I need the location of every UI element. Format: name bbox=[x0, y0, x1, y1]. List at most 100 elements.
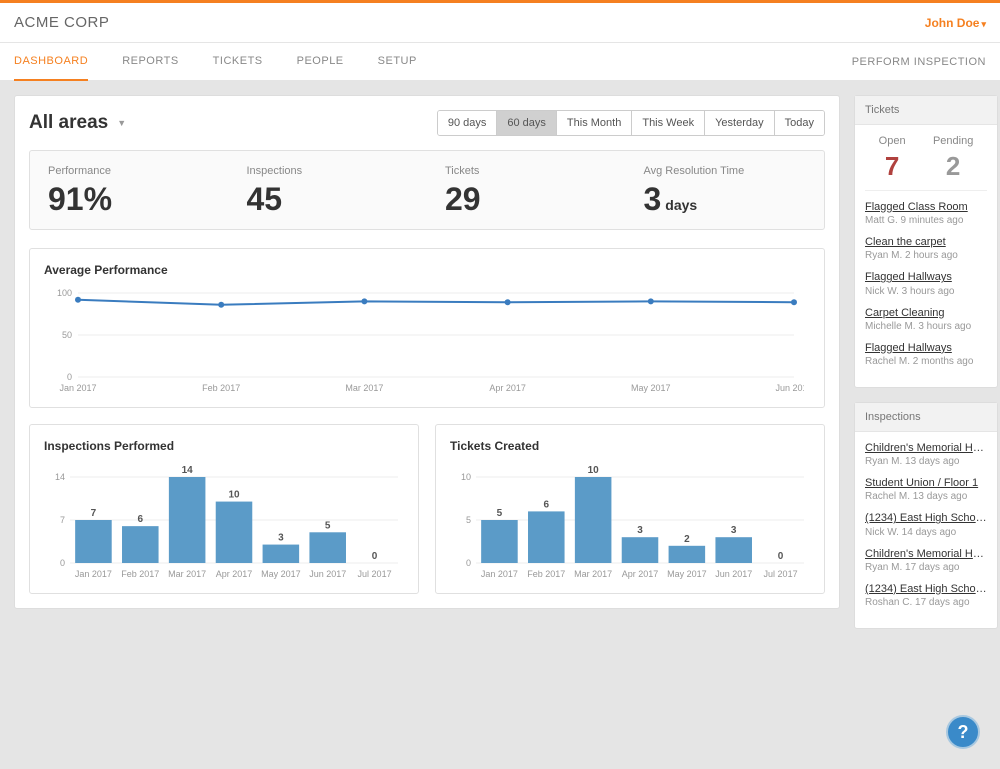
item-link[interactable]: Children's Memorial Hosp... bbox=[865, 442, 987, 455]
list-item: Carpet CleaningMichelle M. 3 hours ago bbox=[865, 307, 987, 332]
list-item: Flagged Class RoomMatt G. 9 minutes ago bbox=[865, 201, 987, 226]
svg-text:7: 7 bbox=[60, 515, 65, 525]
item-meta: Nick W. 14 days ago bbox=[865, 527, 987, 538]
svg-text:0: 0 bbox=[778, 551, 784, 562]
svg-text:Jun 2017: Jun 2017 bbox=[309, 569, 346, 579]
svg-text:Mar 2017: Mar 2017 bbox=[345, 383, 383, 393]
perform-inspection-link[interactable]: PERFORM INSPECTION bbox=[852, 56, 986, 68]
item-meta: Rachel M. 13 days ago bbox=[865, 491, 987, 502]
list-item: (1234) East High School ... Nick W. 14 da… bbox=[865, 512, 987, 537]
list-item: Student Union / Floor 1Rachel M. 13 days… bbox=[865, 477, 987, 502]
item-meta: Ryan M. 17 days ago bbox=[865, 562, 987, 573]
svg-text:Jan 2017: Jan 2017 bbox=[59, 383, 96, 393]
svg-text:Apr 2017: Apr 2017 bbox=[489, 383, 526, 393]
help-button[interactable]: ? bbox=[946, 715, 980, 749]
nav-dashboard[interactable]: DASHBOARD bbox=[14, 43, 88, 81]
ticket-list: Flagged Class RoomMatt G. 9 minutes ago C… bbox=[865, 201, 987, 367]
list-item: Children's Memorial Hosp...Ryan M. 13 da… bbox=[865, 442, 987, 467]
range-yesterday[interactable]: Yesterday bbox=[705, 111, 775, 135]
range-thisweek[interactable]: This Week bbox=[632, 111, 705, 135]
kpi-inspections: Inspections 45 bbox=[229, 165, 428, 215]
item-link[interactable]: (1234) East High School ... bbox=[865, 512, 987, 525]
two-column: Inspections Performed 07147Jan 20176Feb … bbox=[29, 424, 825, 594]
nav-setup[interactable]: SETUP bbox=[378, 43, 417, 80]
main-nav: DASHBOARD REPORTS TICKETS PEOPLE SETUP P… bbox=[0, 43, 1000, 81]
list-item: Flagged HallwaysRachel M. 2 months ago bbox=[865, 342, 987, 367]
svg-text:Jun 2017: Jun 2017 bbox=[775, 383, 804, 393]
kpi-value: 3 bbox=[644, 181, 662, 217]
list-item: (1234) East High School ...Roshan C. 17 … bbox=[865, 583, 987, 608]
app-header: ACME CORP John Doe▾ bbox=[0, 3, 1000, 43]
question-icon: ? bbox=[958, 722, 969, 743]
range-today[interactable]: Today bbox=[775, 111, 824, 135]
item-link[interactable]: Carpet Cleaning bbox=[865, 307, 987, 320]
sidebar-inspections-panel: Inspections Children's Memorial Hosp...R… bbox=[854, 402, 998, 629]
kpi-avg-resolution: Avg Resolution Time 3days bbox=[626, 165, 825, 215]
kpi-unit: days bbox=[665, 197, 697, 213]
list-item: Flagged HallwaysNick W. 3 hours ago bbox=[865, 271, 987, 296]
kpi-value: 45 bbox=[247, 183, 410, 215]
range-60days[interactable]: 60 days bbox=[497, 111, 557, 135]
svg-text:0: 0 bbox=[67, 372, 72, 382]
svg-text:0: 0 bbox=[60, 558, 65, 568]
caret-down-icon: ▾ bbox=[981, 19, 986, 29]
item-link[interactable]: Flagged Hallways bbox=[865, 271, 987, 284]
item-link[interactable]: Clean the carpet bbox=[865, 236, 987, 249]
nav-tickets[interactable]: TICKETS bbox=[213, 43, 263, 80]
svg-text:Mar 2017: Mar 2017 bbox=[574, 569, 612, 579]
nav-reports[interactable]: REPORTS bbox=[122, 43, 178, 80]
kpi-row: Performance 91% Inspections 45 Tickets 2… bbox=[29, 150, 825, 230]
open-label: Open bbox=[879, 135, 906, 147]
svg-text:Mar 2017: Mar 2017 bbox=[168, 569, 206, 579]
kpi-label: Avg Resolution Time bbox=[644, 165, 807, 177]
item-link[interactable]: Student Union / Floor 1 bbox=[865, 477, 987, 490]
time-range-group: 90 days 60 days This Month This Week Yes… bbox=[437, 110, 825, 136]
svg-text:May 2017: May 2017 bbox=[261, 569, 301, 579]
range-thismonth[interactable]: This Month bbox=[557, 111, 632, 135]
user-menu[interactable]: John Doe▾ bbox=[925, 16, 986, 30]
item-link[interactable]: Children's Memorial Hosp... bbox=[865, 548, 987, 561]
kpi-label: Inspections bbox=[247, 165, 410, 177]
chart-inspections: Inspections Performed 07147Jan 20176Feb … bbox=[29, 424, 419, 594]
area-selector[interactable]: All areas ▼ bbox=[29, 112, 126, 134]
chart-title: Average Performance bbox=[44, 263, 810, 277]
svg-text:Jun 2017: Jun 2017 bbox=[715, 569, 752, 579]
svg-text:10: 10 bbox=[461, 472, 471, 482]
svg-text:5: 5 bbox=[466, 515, 471, 525]
svg-text:6: 6 bbox=[544, 499, 550, 510]
pending-col: Pending 2 bbox=[933, 135, 973, 182]
range-90days[interactable]: 90 days bbox=[438, 111, 498, 135]
svg-text:7: 7 bbox=[91, 508, 97, 519]
svg-text:Jan 2017: Jan 2017 bbox=[481, 569, 518, 579]
svg-text:100: 100 bbox=[57, 288, 72, 298]
divider bbox=[865, 190, 987, 191]
svg-text:5: 5 bbox=[325, 520, 331, 531]
panel-body: Children's Memorial Hosp...Ryan M. 13 da… bbox=[855, 432, 997, 628]
content-area: All areas ▼ 90 days 60 days This Month T… bbox=[0, 81, 1000, 643]
brand-title: ACME CORP bbox=[14, 14, 109, 31]
svg-text:Feb 2017: Feb 2017 bbox=[202, 383, 240, 393]
kpi-label: Performance bbox=[48, 165, 211, 177]
item-link[interactable]: (1234) East High School ... bbox=[865, 583, 987, 596]
item-meta: Ryan M. 2 hours ago bbox=[865, 250, 987, 261]
panel-header: Inspections bbox=[855, 403, 997, 432]
svg-text:6: 6 bbox=[138, 514, 144, 525]
item-meta: Roshan C. 17 days ago bbox=[865, 597, 987, 608]
list-item: Clean the carpetRyan M. 2 hours ago bbox=[865, 236, 987, 261]
svg-text:Feb 2017: Feb 2017 bbox=[527, 569, 565, 579]
svg-text:10: 10 bbox=[588, 465, 600, 476]
svg-text:Apr 2017: Apr 2017 bbox=[216, 569, 253, 579]
svg-text:0: 0 bbox=[466, 558, 471, 568]
ticket-counts: Open 7 Pending 2 bbox=[865, 135, 987, 182]
item-link[interactable]: Flagged Hallways bbox=[865, 342, 987, 355]
inspection-list: Children's Memorial Hosp...Ryan M. 13 da… bbox=[865, 442, 987, 608]
line-chart: 050100Jan 2017Feb 2017Mar 2017Apr 2017Ma… bbox=[44, 287, 804, 397]
open-col: Open 7 bbox=[879, 135, 906, 182]
svg-text:Feb 2017: Feb 2017 bbox=[121, 569, 159, 579]
item-meta: Rachel M. 2 months ago bbox=[865, 356, 987, 367]
item-link[interactable]: Flagged Class Room bbox=[865, 201, 987, 214]
user-name: John Doe bbox=[925, 16, 980, 30]
panel-header: Tickets bbox=[855, 96, 997, 125]
area-title: All areas bbox=[29, 112, 108, 134]
nav-people[interactable]: PEOPLE bbox=[297, 43, 344, 80]
